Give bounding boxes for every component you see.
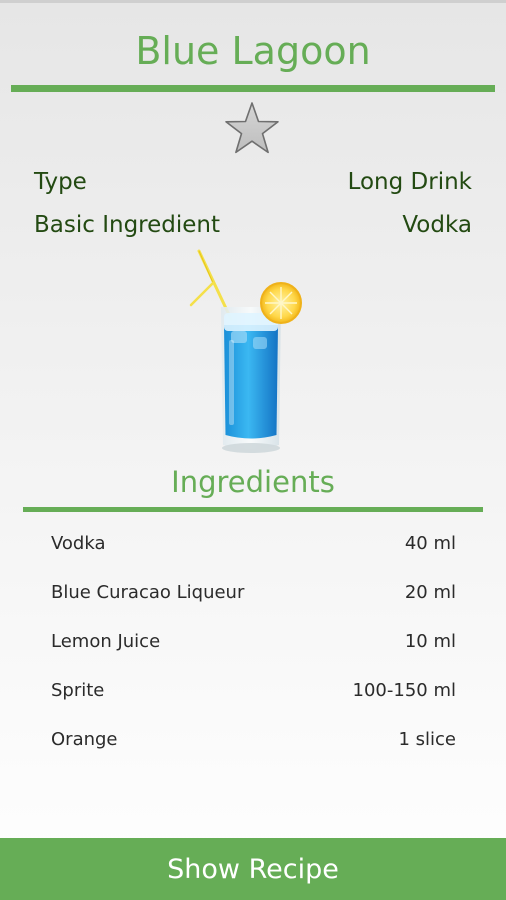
- type-label: Type: [34, 169, 87, 195]
- list-item: Orange 1 slice: [51, 726, 456, 775]
- star-outline-icon: [225, 102, 279, 154]
- drink-image: [183, 245, 313, 460]
- title-divider: [11, 85, 495, 92]
- list-item: Lemon Juice 10 ml: [51, 628, 456, 677]
- ingredients-heading: Ingredients: [171, 465, 335, 499]
- list-item: Vodka 40 ml: [51, 530, 456, 579]
- basic-ingredient-value: Vodka: [402, 212, 472, 238]
- ingredient-amount: 10 ml: [404, 631, 456, 652]
- ingredient-name: Sprite: [51, 680, 105, 701]
- ingredient-amount: 40 ml: [404, 533, 456, 554]
- ingredient-name: Blue Curacao Liqueur: [51, 582, 245, 603]
- show-recipe-button[interactable]: Show Recipe: [0, 838, 506, 900]
- type-value: Long Drink: [347, 169, 472, 195]
- ingredient-name: Lemon Juice: [51, 631, 161, 652]
- status-edge: [0, 0, 506, 3]
- ingredient-amount: 1 slice: [398, 729, 456, 750]
- ingredients-list: Vodka 40 ml Blue Curacao Liqueur 20 ml L…: [51, 530, 456, 775]
- ingredient-name: Orange: [51, 729, 118, 750]
- ingredient-name: Vodka: [51, 533, 106, 554]
- ingredient-amount: 20 ml: [404, 582, 456, 603]
- page-title: Blue Lagoon: [135, 29, 371, 73]
- ingredient-amount: 100-150 ml: [352, 680, 456, 701]
- ingredients-divider: [23, 507, 483, 512]
- favorite-button[interactable]: [222, 100, 282, 160]
- list-item: Blue Curacao Liqueur 20 ml: [51, 579, 456, 628]
- basic-ingredient-label: Basic Ingredient: [34, 212, 220, 238]
- list-item: Sprite 100-150 ml: [51, 677, 456, 726]
